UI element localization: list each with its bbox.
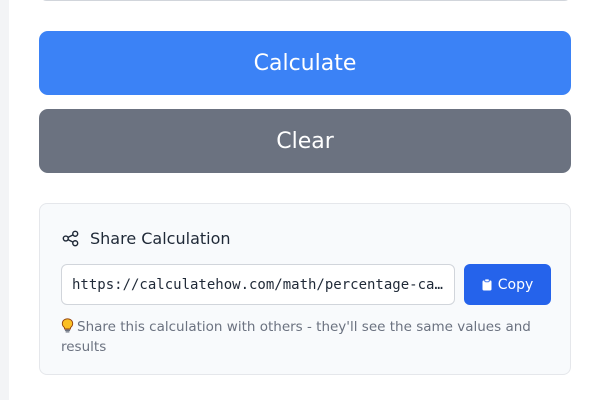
calculator-page: Calculate Clear Share Calculation https:… <box>0 0 600 400</box>
left-rail <box>0 0 9 400</box>
copy-button[interactable]: Copy <box>464 264 551 305</box>
input-field-bottom-edge[interactable] <box>40 0 571 1</box>
share-calculation-panel: Share Calculation https://calculatehow.c… <box>39 203 571 375</box>
share-url-text: https://calculatehow.com/math/percentage… <box>72 276 444 293</box>
calculate-button[interactable]: Calculate <box>39 31 571 95</box>
share-icon <box>62 230 79 247</box>
lightbulb-icon <box>61 318 74 333</box>
clear-button[interactable]: Clear <box>39 109 571 173</box>
clipboard-icon <box>482 278 492 290</box>
share-hint: Share this calculation with others - the… <box>61 317 551 357</box>
share-header: Share Calculation <box>62 229 231 248</box>
share-hint-text: Share this calculation with others - the… <box>61 319 531 355</box>
share-title: Share Calculation <box>90 229 231 248</box>
copy-label: Copy <box>497 276 534 293</box>
share-url-field[interactable]: https://calculatehow.com/math/percentage… <box>61 264 455 305</box>
